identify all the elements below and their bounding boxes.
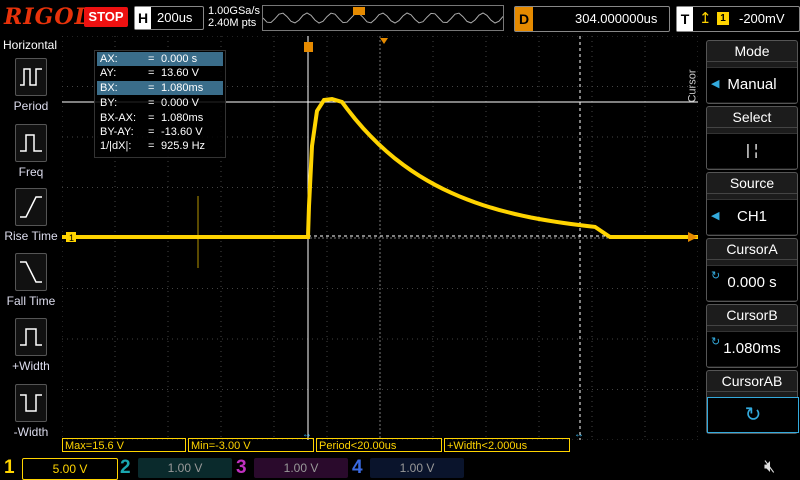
rotate-knob-icon: ↻ bbox=[711, 336, 721, 348]
mode-title: Mode bbox=[707, 41, 797, 62]
cursor-b-value: 1.080ms bbox=[707, 331, 797, 366]
cursor-ab-title: CursorAB bbox=[707, 371, 797, 392]
measure-frequency-button[interactable]: Freq bbox=[2, 124, 60, 179]
positive-width-icon bbox=[15, 318, 47, 356]
brand-logo: RIGOL bbox=[4, 4, 91, 30]
overview-wave-icon bbox=[262, 7, 504, 24]
channel-3-status[interactable]: 3 1.00 V bbox=[236, 456, 350, 480]
ch3-scale: 1.00 V bbox=[254, 458, 348, 478]
measure-negative-width-button[interactable]: -Width bbox=[2, 384, 60, 439]
measure-min[interactable]: Min=-3.00 V bbox=[188, 438, 314, 452]
timebase-box[interactable]: H 200us bbox=[134, 6, 204, 30]
horizontal-label: H bbox=[135, 7, 151, 29]
rotate-knob-icon: ↻ bbox=[711, 270, 721, 282]
cursor-b-title: CursorB bbox=[707, 305, 797, 326]
cursor-ab-button[interactable]: CursorAB ↻ bbox=[706, 370, 799, 434]
negative-width-icon bbox=[15, 384, 47, 422]
cursor-source-button[interactable]: Source CH1 ◀ bbox=[706, 172, 798, 236]
readout-by-ay: BY-AY: = -13.60 V bbox=[100, 126, 203, 138]
rise-time-icon bbox=[15, 188, 47, 226]
positive-width-label: +Width bbox=[12, 359, 50, 373]
ch1-scale: 5.00 V bbox=[22, 458, 118, 480]
mode-value: Manual bbox=[707, 67, 797, 102]
measure-fall-time-button[interactable]: Fall Time bbox=[2, 253, 60, 308]
source-title: Source bbox=[707, 173, 797, 194]
readout-ay: AY: = 13.60 V bbox=[100, 67, 199, 79]
period-label: Period bbox=[13, 99, 49, 113]
ch3-number: 3 bbox=[236, 457, 247, 478]
cursor-a-value: 0.000 s bbox=[707, 265, 797, 300]
channel-4-status[interactable]: 4 1.00 V bbox=[352, 456, 466, 480]
readout-bx-ax: BX-AX: = 1.080ms bbox=[100, 112, 204, 124]
left-arrow-icon: ◀ bbox=[711, 210, 720, 222]
sample-info: 1.00GSa/s 2.40M pts bbox=[208, 5, 260, 29]
channel-1-status[interactable]: 1 5.00 V bbox=[4, 456, 118, 480]
measure-period[interactable]: Period<20.00us bbox=[316, 438, 442, 452]
measure-positive-width-button[interactable]: +Width bbox=[2, 318, 60, 373]
run-stop-indicator[interactable]: STOP bbox=[84, 7, 128, 27]
source-value: CH1 bbox=[707, 199, 797, 234]
period-icon bbox=[15, 58, 47, 96]
rising-edge-icon: ↥ bbox=[699, 10, 712, 27]
rotate-knob-icon: ↻ bbox=[707, 397, 799, 433]
ch4-scale: 1.00 V bbox=[370, 458, 464, 478]
sample-rate: 1.00GSa/s bbox=[208, 5, 260, 17]
trigger-channel: 1 bbox=[717, 12, 729, 25]
cursor-menu-tab: Cursor bbox=[686, 69, 699, 103]
svg-text:1: 1 bbox=[69, 233, 74, 243]
cursor-readout: AX: = 0.000 s AY: = 13.60 V BX: = 1.080ms BY: =… bbox=[94, 50, 226, 158]
cursor-a-title: CursorA bbox=[707, 239, 797, 260]
memory-points: 2.40M pts bbox=[208, 17, 257, 29]
delay-value: 304.000000us bbox=[575, 11, 658, 26]
readout-by: BY: = 0.000 V bbox=[100, 97, 199, 109]
select-title: Select bbox=[707, 107, 797, 128]
measure-period-button[interactable]: Period bbox=[2, 58, 60, 113]
select-value: | ¦ bbox=[707, 133, 797, 168]
speaker-muted-icon[interactable]: 🔇︎ bbox=[764, 456, 775, 477]
timebase-value: 200us bbox=[157, 10, 193, 25]
trigger-label: T bbox=[677, 7, 693, 31]
cursor-mode-button[interactable]: Mode Manual ◀ bbox=[706, 40, 798, 104]
channel-2-status[interactable]: 2 1.00 V bbox=[120, 456, 234, 480]
cursor-b-button[interactable]: CursorB 1.080ms ↻ bbox=[706, 304, 798, 368]
measure-rise-time-button[interactable]: Rise Time bbox=[2, 188, 60, 243]
left-arrow-icon: ◀ bbox=[711, 78, 720, 90]
fall-time-label: Fall Time bbox=[6, 294, 56, 308]
readout-inverse-dx: 1/|dX|: = 925.9 Hz bbox=[100, 140, 206, 152]
negative-width-label: -Width bbox=[13, 425, 49, 439]
trigger-box[interactable]: T ↥ 1 -200mV bbox=[676, 6, 800, 32]
delay-label: D bbox=[515, 7, 533, 31]
trigger-time-marker bbox=[304, 42, 313, 52]
measure-width[interactable]: +Width<2.000us bbox=[444, 438, 570, 452]
freq-label: Freq bbox=[18, 165, 44, 179]
ch2-scale: 1.00 V bbox=[138, 458, 232, 478]
ch1-number: 1 bbox=[4, 457, 15, 478]
trigger-position-marker bbox=[353, 7, 365, 15]
cursor-select-button[interactable]: Select | ¦ bbox=[706, 106, 798, 170]
horizontal-menu-title: Horizontal bbox=[2, 38, 58, 52]
frequency-icon bbox=[15, 124, 47, 162]
rise-time-label: Rise Time bbox=[4, 229, 58, 243]
ch4-number: 4 bbox=[352, 457, 363, 478]
measure-max[interactable]: Max=15.6 V bbox=[62, 438, 186, 452]
svg-text:↔: ↔ bbox=[574, 429, 584, 440]
trigger-level: -200mV bbox=[739, 11, 785, 26]
fall-time-icon bbox=[15, 253, 47, 291]
readout-ax: AX: = 0.000 s bbox=[97, 52, 223, 66]
cursor-a-button[interactable]: CursorA 0.000 s ↻ bbox=[706, 238, 798, 302]
ch2-number: 2 bbox=[120, 457, 131, 478]
waveform-overview[interactable] bbox=[262, 5, 504, 31]
readout-bx: BX: = 1.080ms bbox=[97, 81, 223, 95]
delay-box[interactable]: D 304.000000us bbox=[514, 6, 670, 32]
